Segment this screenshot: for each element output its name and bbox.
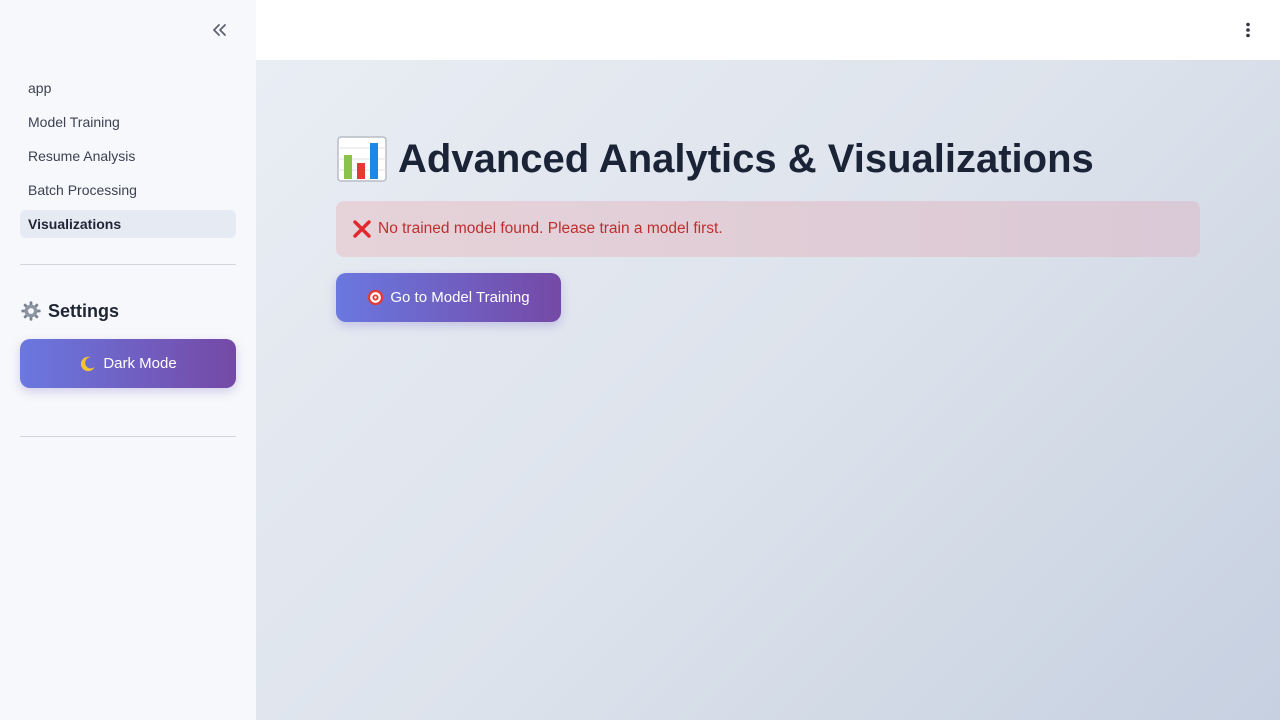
sidebar-item-model-training[interactable]: Model Training bbox=[20, 108, 236, 136]
app-root: app Model Training Resume Analysis Batch… bbox=[0, 0, 1280, 720]
gear-icon bbox=[21, 301, 41, 321]
double-chevron-left-icon bbox=[213, 24, 226, 36]
sidebar-item-visualizations[interactable]: Visualizations bbox=[20, 210, 236, 238]
dark-mode-label: Dark Mode bbox=[103, 355, 177, 372]
go-button-label: Go to Model Training bbox=[390, 289, 530, 306]
sidebar: app Model Training Resume Analysis Batch… bbox=[0, 0, 256, 720]
kebab-menu-icon bbox=[1246, 22, 1250, 38]
sidebar-item-label: Visualizations bbox=[28, 216, 122, 232]
error-alert: No trained model found. Please train a m… bbox=[336, 201, 1200, 257]
top-header bbox=[256, 0, 1280, 60]
sidebar-item-resume-analysis[interactable]: Resume Analysis bbox=[20, 142, 236, 170]
target-icon bbox=[368, 289, 384, 306]
sidebar-divider bbox=[20, 264, 236, 265]
settings-heading: Settings bbox=[20, 298, 119, 324]
main-menu-button[interactable] bbox=[1236, 18, 1260, 42]
sidebar-item-label: app bbox=[28, 80, 52, 96]
sidebar-item-app[interactable]: app bbox=[20, 74, 236, 102]
error-alert-text: No trained model found. Please train a m… bbox=[378, 220, 723, 237]
sidebar-divider bbox=[20, 436, 236, 437]
sidebar-item-batch-processing[interactable]: Batch Processing bbox=[20, 176, 236, 204]
moon-icon bbox=[81, 356, 96, 371]
go-to-model-training-button[interactable]: Go to Model Training bbox=[336, 273, 561, 322]
main-content: Advanced Analytics & Visualizations No t… bbox=[256, 60, 1280, 720]
bar-chart-icon bbox=[337, 136, 387, 182]
dark-mode-button[interactable]: Dark Mode bbox=[20, 339, 236, 388]
sidebar-item-label: Resume Analysis bbox=[28, 148, 136, 164]
sidebar-item-label: Batch Processing bbox=[28, 182, 137, 198]
sidebar-item-label: Model Training bbox=[28, 114, 120, 130]
sidebar-nav: app Model Training Resume Analysis Batch… bbox=[20, 74, 236, 244]
page-title: Advanced Analytics & Visualizations bbox=[336, 130, 1094, 188]
settings-title: Settings bbox=[48, 300, 120, 321]
cross-mark-icon bbox=[353, 220, 371, 238]
collapse-sidebar-button[interactable] bbox=[204, 16, 236, 44]
page-title-text: Advanced Analytics & Visualizations bbox=[398, 136, 1094, 181]
